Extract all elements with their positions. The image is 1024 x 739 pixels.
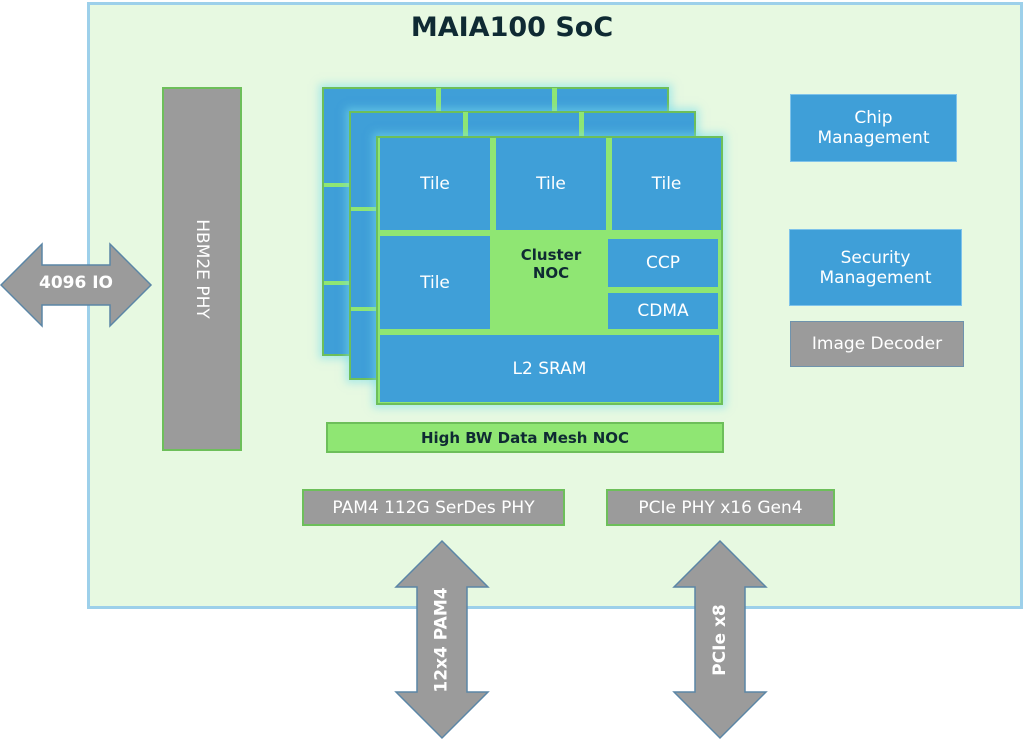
tile-block: Tile <box>380 138 490 230</box>
l2-sram-block: L2 SRAM <box>380 335 719 402</box>
layer-back-divider <box>324 183 349 187</box>
serdes-phy-block: PAM4 112G SerDes PHY <box>302 489 565 526</box>
pcie-arrow-label-wrap: PCIe x8 <box>673 540 767 739</box>
cluster-noc-label: Cluster NOC <box>492 246 610 282</box>
pam4-arrow-label-wrap: 12x4 PAM4 <box>395 540 489 739</box>
tile-block: Tile <box>496 138 606 230</box>
tile-label: Tile <box>420 174 450 194</box>
security-management-line2: Management <box>819 267 932 288</box>
image-decoder-label: Image Decoder <box>811 334 943 354</box>
layer-middle-divider <box>463 112 468 136</box>
pcie-phy-block: PCIe PHY x16 Gen4 <box>606 489 835 526</box>
diagram-title: MAIA100 SoC <box>410 12 614 43</box>
chip-management-block: Chip Management <box>790 94 957 162</box>
high-bw-mesh-noc: High BW Data Mesh NOC <box>326 422 724 453</box>
layer-middle-divider <box>351 307 376 311</box>
security-management-block: Security Management <box>789 229 962 306</box>
layer-middle-divider <box>579 112 584 136</box>
cdma-label: CDMA <box>637 301 689 321</box>
ccp-block: CCP <box>608 239 718 287</box>
security-management-line1: Security <box>840 247 911 268</box>
ccp-label: CCP <box>646 253 680 273</box>
pcie-arrow-label: PCIe x8 <box>709 603 730 676</box>
layer-back-divider <box>324 281 349 285</box>
chip-management-line2: Management <box>817 128 930 148</box>
hbm2e-phy-block: HBM2E PHY <box>162 87 242 451</box>
cluster-noc-line1: Cluster <box>520 246 582 264</box>
pcie-phy-label: PCIe PHY x16 Gen4 <box>638 497 803 518</box>
serdes-phy-label: PAM4 112G SerDes PHY <box>332 497 535 518</box>
layer-middle-divider <box>351 207 376 211</box>
hbm2e-phy-label: HBM2E PHY <box>192 219 212 319</box>
pam4-arrow-label: 12x4 PAM4 <box>432 586 453 693</box>
tile-block: Tile <box>612 138 721 230</box>
l2-sram-label: L2 SRAM <box>512 358 587 379</box>
io-arrow-label: 4096 IO <box>38 273 113 293</box>
layer-back-divider <box>552 88 557 111</box>
layer-back-divider <box>436 88 441 111</box>
tile-label: Tile <box>651 174 682 194</box>
tile-label: Tile <box>420 272 450 293</box>
cdma-block: CDMA <box>608 293 718 329</box>
image-decoder-block: Image Decoder <box>790 321 964 367</box>
tile-block: Tile <box>380 236 490 329</box>
cluster-noc-line2: NOC <box>532 264 570 282</box>
chip-management-line1: Chip <box>854 108 893 128</box>
tile-label: Tile <box>536 174 566 194</box>
mesh-noc-label: High BW Data Mesh NOC <box>420 428 630 447</box>
